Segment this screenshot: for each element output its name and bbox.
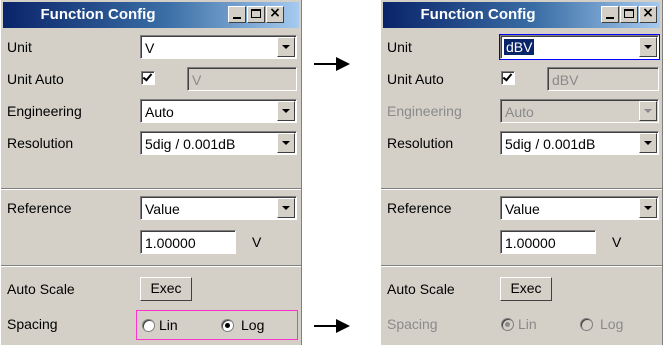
resolution-value: 5dig / 0.001dB [505, 136, 596, 152]
window-title: Function Config [420, 6, 536, 23]
reference-dropdown[interactable]: Value [140, 196, 297, 220]
reference-label: Reference [387, 200, 452, 216]
auto-scale-row: Auto Scale Exec [381, 273, 662, 305]
resolution-dropdown[interactable]: 5dig / 0.001dB [500, 131, 659, 155]
unit-dropdown[interactable]: dBV [499, 34, 660, 60]
radio-lin-label: Lin [518, 316, 537, 332]
unit-row: Unit V [1, 31, 301, 63]
engineering-value: Auto [505, 104, 534, 120]
close-icon[interactable]: × [266, 5, 284, 23]
unit-auto-label: Unit Auto [387, 71, 444, 87]
reference-value: Value [145, 201, 180, 217]
unit-auto-label: Unit Auto [7, 71, 64, 87]
engineering-dropdown[interactable]: Auto [140, 99, 297, 123]
chevron-down-icon [639, 101, 657, 121]
function-config-panel-after: Function Config × Unit dBV Unit Auto dBV… [380, 0, 663, 345]
divider [381, 188, 662, 190]
chevron-down-icon[interactable] [277, 133, 295, 153]
unit-dropdown[interactable]: V [140, 35, 297, 59]
unit-label: Unit [387, 39, 412, 55]
spacing-row: Spacing Lin Log [1, 308, 301, 340]
divider [381, 265, 662, 267]
spacing-radio-group: Lin Log [496, 310, 656, 340]
spacing-row: Spacing Lin Log [381, 308, 662, 340]
unit-auto-checkbox[interactable] [141, 71, 155, 85]
title-bar[interactable]: Function Config × [383, 2, 660, 28]
maximize-icon[interactable] [620, 6, 638, 23]
reference-unit: V [612, 234, 622, 250]
reference-number: 1.00000 [505, 235, 556, 251]
radio-log-label: Log [241, 317, 265, 333]
engineering-value: Auto [145, 104, 174, 120]
resolution-row: Resolution 5dig / 0.001dB [381, 127, 662, 159]
radio-log [580, 318, 593, 331]
function-config-panel-before: Function Config × Unit V Unit Auto V Eng… [0, 0, 302, 345]
divider [1, 188, 301, 190]
maximize-icon[interactable] [247, 6, 265, 23]
chevron-down-icon[interactable] [639, 37, 657, 57]
reference-number: 1.00000 [145, 235, 196, 251]
unit-label: Unit [7, 39, 32, 55]
checkmark-icon [142, 71, 153, 82]
unit-auto-row: Unit Auto V [1, 63, 301, 95]
auto-scale-label: Auto Scale [7, 281, 75, 297]
reference-unit: V [252, 234, 262, 250]
reference-number-input[interactable]: 1.00000 [140, 230, 236, 254]
resolution-label: Resolution [7, 135, 74, 151]
reference-number-input[interactable]: 1.00000 [500, 230, 596, 254]
unit-auto-value: V [192, 72, 202, 88]
minimize-icon[interactable] [228, 6, 246, 23]
arrow-right-icon [314, 57, 350, 71]
spacing-radio-group: Lin Log [136, 310, 298, 340]
divider [1, 265, 301, 267]
radio-log-label: Log [600, 316, 624, 332]
checkmark-icon [502, 71, 513, 82]
resolution-row: Resolution 5dig / 0.001dB [1, 127, 301, 159]
radio-log[interactable] [221, 319, 234, 332]
unit-auto-field: dBV [547, 67, 659, 91]
engineering-dropdown: Auto [500, 99, 659, 123]
title-bar[interactable]: Function Config × [3, 2, 299, 28]
reference-label: Reference [7, 200, 72, 216]
unit-value: V [145, 40, 155, 56]
reference-value: Value [505, 201, 540, 217]
minimize-icon[interactable] [601, 6, 619, 23]
reference-row: Reference Value [381, 192, 662, 224]
unit-value: dBV [504, 39, 535, 55]
reference-value-row: 1.00000 V [1, 226, 301, 258]
reference-value-row: 1.00000 V [381, 226, 662, 258]
engineering-label: Engineering [7, 103, 82, 119]
spacing-label: Spacing [7, 316, 58, 332]
unit-auto-field: V [187, 67, 297, 91]
resolution-dropdown[interactable]: 5dig / 0.001dB [140, 131, 297, 155]
spacing-label: Spacing [387, 316, 438, 332]
auto-scale-row: Auto Scale Exec [1, 273, 301, 305]
resolution-label: Resolution [387, 135, 454, 151]
radio-lin-label: Lin [159, 317, 178, 333]
reference-row: Reference Value [1, 192, 301, 224]
chevron-down-icon[interactable] [277, 101, 295, 121]
unit-row: Unit dBV [381, 31, 662, 63]
engineering-row: Engineering Auto [381, 95, 662, 127]
window-title: Function Config [40, 6, 156, 23]
chevron-down-icon[interactable] [639, 133, 657, 153]
engineering-row: Engineering Auto [1, 95, 301, 127]
reference-dropdown[interactable]: Value [500, 196, 659, 220]
exec-button[interactable]: Exec [500, 277, 552, 301]
unit-auto-value: dBV [552, 72, 579, 88]
exec-button[interactable]: Exec [140, 277, 192, 301]
radio-lin[interactable] [142, 319, 155, 332]
radio-lin [501, 318, 514, 331]
chevron-down-icon[interactable] [639, 198, 657, 218]
unit-auto-checkbox[interactable] [501, 71, 515, 85]
unit-auto-row: Unit Auto dBV [381, 63, 662, 95]
chevron-down-icon[interactable] [277, 37, 295, 57]
close-icon[interactable]: × [639, 5, 657, 23]
chevron-down-icon[interactable] [277, 198, 295, 218]
auto-scale-label: Auto Scale [387, 281, 455, 297]
engineering-label: Engineering [387, 103, 462, 119]
arrow-right-icon [314, 319, 350, 333]
resolution-value: 5dig / 0.001dB [145, 136, 236, 152]
